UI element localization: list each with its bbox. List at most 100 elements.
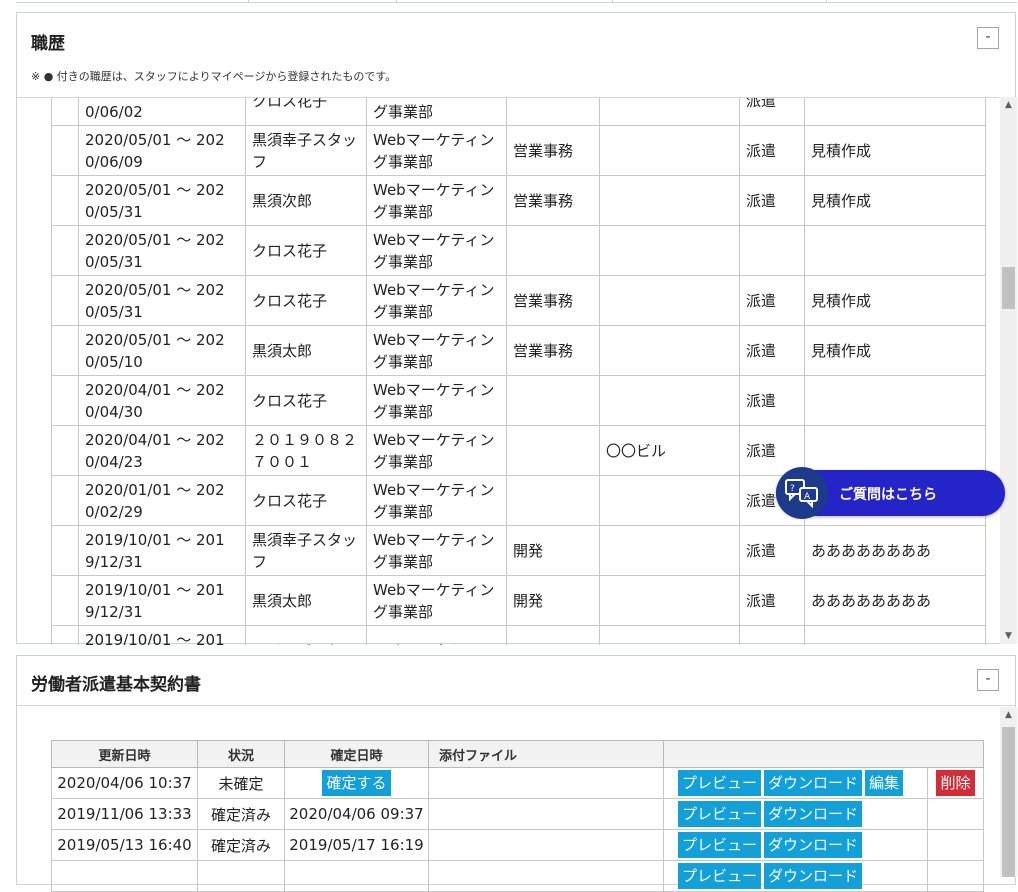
cell-name: ２０１９０８２７００１ xyxy=(245,425,367,476)
cell-place: 〇〇ビル xyxy=(599,425,740,476)
cell-confirmed xyxy=(284,860,429,892)
table-row: 2019/05/13 16:40 確定済み 2019/05/17 16:19 プレビュ… xyxy=(51,829,984,861)
preview-button[interactable]: プレビュー xyxy=(678,801,762,827)
cell-content: 見積作成 xyxy=(804,125,986,176)
contract-collapse-button[interactable]: - xyxy=(977,669,999,691)
career-panel: 職歴 - ※ ● 付きの職歴は、スタッフによりマイページから登録されたものです。… xyxy=(16,12,1017,645)
download-button[interactable]: ダウンロード xyxy=(764,770,863,796)
cell-status: 確定済み xyxy=(197,829,285,861)
scroll-up-arrow-icon[interactable]: ▲ xyxy=(1000,97,1017,113)
cell-updated: 2020/04/06 10:37 xyxy=(51,767,198,799)
cell-dept: Webマーケティング事業部 xyxy=(366,98,507,126)
table-row: 2020/06/01 〜 2020/06/02クロス花子Webマーケティング事業… xyxy=(51,98,986,126)
cell-content xyxy=(804,625,986,645)
download-button[interactable]: ダウンロード xyxy=(764,832,863,858)
cell-type xyxy=(739,625,805,645)
delete-button[interactable]: 削除 xyxy=(936,770,975,796)
svg-text:A: A xyxy=(804,492,811,502)
cell-dept: Webマーケティング事業部 xyxy=(366,225,507,276)
cell-status xyxy=(197,860,285,892)
cell-job xyxy=(506,375,600,426)
career-scrollbar[interactable]: ▲ ▼ xyxy=(1000,97,1017,644)
cell-dept: Webマーケティング事業部 xyxy=(366,425,507,476)
table-row: 2019/10/01 〜 2019/12/31 黒須幸子スタッフ Webマーケティン… xyxy=(51,525,986,576)
cell-period: 2020/01/01 〜 2020/02/29 xyxy=(78,475,246,526)
table-row: 2020/05/01 〜 2020/06/09 黒須幸子スタッフ Webマーケティン… xyxy=(51,125,986,176)
cell-period: 2020/06/01 〜 2020/06/02 xyxy=(78,98,246,126)
cell-period: 2019/10/01 〜 2019/12/31 xyxy=(78,575,246,626)
career-table: 2020/06/01 〜 2020/06/02クロス花子Webマーケティング事業… xyxy=(51,98,986,645)
cell-dept: Webマーケティング事業部 xyxy=(366,275,507,326)
scroll-up-arrow-icon[interactable]: ▲ xyxy=(1000,707,1017,723)
cell-period: 2020/04/01 〜 2020/04/30 xyxy=(78,375,246,426)
table-row: 2020/05/01 〜 2020/05/10 黒須太郎 Webマーケティング事業部… xyxy=(51,325,986,376)
career-scrollbar-thumb[interactable] xyxy=(1002,267,1015,309)
cell-delete xyxy=(927,798,984,830)
career-panel-title: 職歴 xyxy=(31,34,65,54)
contract-scrollbar-thumb[interactable] xyxy=(1002,727,1015,877)
cell-name: クロス花子 xyxy=(245,98,367,126)
cell-actions: プレビュー ダウンロード 編集 xyxy=(663,767,928,799)
cell-status: 確定済み xyxy=(197,798,285,830)
cell-name: 黒須太郎 xyxy=(245,325,367,376)
cell-name: クロス花子 xyxy=(245,275,367,326)
cell-type: 派遣 xyxy=(739,525,805,576)
edit-button[interactable]: 編集 xyxy=(865,770,904,796)
scroll-down-arrow-icon[interactable]: ▼ xyxy=(1000,628,1017,644)
cell-confirmed: 2019/05/17 16:19 xyxy=(284,829,429,861)
contract-scrollbar[interactable]: ▲ xyxy=(1000,707,1017,877)
cell-dept: Webマーケティング事業部 xyxy=(366,475,507,526)
cell-actions: プレビュー ダウンロード xyxy=(663,829,928,861)
row-marker-cell xyxy=(51,575,79,626)
cell-dept: Webマーケティ xyxy=(366,625,507,645)
col-confirmed: 確定日時 xyxy=(284,740,429,768)
cell-job: 営業事務 xyxy=(506,325,600,376)
cell-confirmed: 2020/04/06 09:37 xyxy=(284,798,429,830)
cell-period: 2020/05/01 〜 2020/06/09 xyxy=(78,125,246,176)
cell-delete xyxy=(927,829,984,861)
cell-type: 派遣 xyxy=(739,375,805,426)
cell-job: 開発 xyxy=(506,575,600,626)
preview-button[interactable]: プレビュー xyxy=(678,770,762,796)
cell-place xyxy=(599,375,740,426)
table-row: 2019/10/01 〜 2019/アイルバストWebマーケティ xyxy=(51,625,986,645)
confirm-button[interactable]: 確定する xyxy=(322,770,391,796)
cell-content: ああああああああ xyxy=(804,525,986,576)
col-file: 添付ファイル xyxy=(428,740,664,768)
chat-question-icon: ? A xyxy=(776,467,828,519)
cell-job: 営業事務 xyxy=(506,125,600,176)
cell-period: 2020/04/01 〜 2020/04/23 xyxy=(78,425,246,476)
contract-divider xyxy=(17,705,1015,706)
cell-name: アイルバスト xyxy=(245,625,367,645)
cell-content xyxy=(804,225,986,276)
table-row: 2020/05/01 〜 2020/05/31 黒須次郎 Webマーケティング事業部… xyxy=(51,175,986,226)
table-row: 2020/05/01 〜 2020/05/31 クロス花子 Webマーケティング事業… xyxy=(51,225,986,276)
cell-type: 派遣 xyxy=(739,98,805,126)
cell-dept: Webマーケティング事業部 xyxy=(366,175,507,226)
download-button[interactable]: ダウンロード xyxy=(764,801,863,827)
cell-confirmed: 確定する xyxy=(284,767,429,799)
row-marker-cell xyxy=(51,375,79,426)
cell-job xyxy=(506,225,600,276)
cell-place xyxy=(599,625,740,645)
cell-dept: Webマーケティング事業部 xyxy=(366,325,507,376)
chat-question-button[interactable]: ? A ご質問はこちら xyxy=(776,467,1005,519)
cell-updated: 2019/05/13 16:40 xyxy=(51,829,198,861)
col-status: 状況 xyxy=(197,740,285,768)
table-row: 2019/10/01 〜 2019/12/31 黒須太郎 Webマーケティング事業部… xyxy=(51,575,986,626)
career-collapse-button[interactable]: - xyxy=(977,27,999,49)
cell-place xyxy=(599,275,740,326)
cell-type: 派遣 xyxy=(739,325,805,376)
contract-panel-title: 労働者派遣基本契約書 xyxy=(31,675,201,695)
career-table-scroller[interactable]: 2020/06/01 〜 2020/06/02クロス花子Webマーケティング事業… xyxy=(17,97,999,645)
col-actions xyxy=(663,740,984,768)
row-marker-cell xyxy=(51,225,79,276)
row-marker-cell xyxy=(51,98,79,126)
cell-period: 2019/10/01 〜 2019/12/31 xyxy=(78,525,246,576)
cell-delete xyxy=(927,860,984,892)
preview-button[interactable]: プレビュー xyxy=(678,832,762,858)
cell-content xyxy=(804,98,986,126)
cell-dept: Webマーケティング事業部 xyxy=(366,125,507,176)
cell-content: 見積作成 xyxy=(804,275,986,326)
cell-type: 派遣 xyxy=(739,275,805,326)
